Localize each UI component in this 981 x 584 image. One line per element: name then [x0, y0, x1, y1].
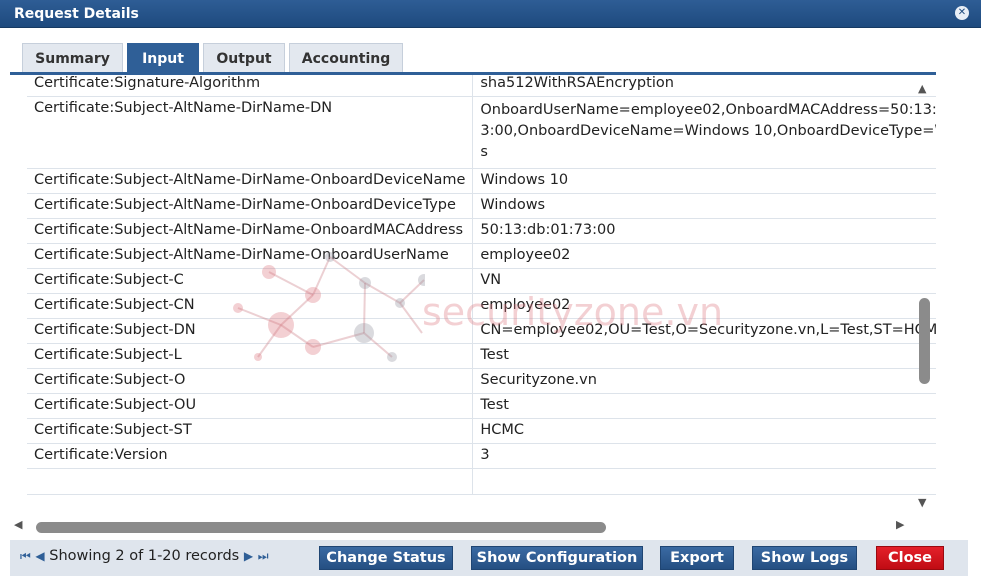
attribute-key: Certificate:Subject-AltName-DirName-Onbo…: [27, 243, 474, 269]
table-row: Certificate:Subject-AltName-DirName-Onbo…: [27, 243, 936, 269]
attribute-value: employee02: [472, 243, 936, 269]
attribute-key: Certificate:Subject-C: [27, 268, 474, 294]
attribute-value: employee02: [472, 293, 936, 319]
attribute-value: Test: [472, 393, 936, 419]
tab-accounting[interactable]: Accounting: [289, 43, 403, 73]
vertical-scrollbar[interactable]: ▲ ▼: [913, 78, 935, 510]
table-row: Certificate:Subject-OU Test: [27, 393, 936, 419]
attribute-key: Certificate:Subject-AltName-DirName-DN: [27, 96, 474, 169]
attribute-value: 3: [472, 443, 936, 469]
export-button[interactable]: Export: [660, 546, 734, 570]
attribute-value: Windows 10: [472, 168, 936, 194]
close-button[interactable]: Close: [876, 546, 944, 570]
attribute-value: Securityzone.vn: [472, 368, 936, 394]
table-row: Certificate:Subject-DN CN=employee02,OU=…: [27, 318, 936, 344]
change-status-button[interactable]: Change Status: [319, 546, 453, 570]
tab-output[interactable]: Output: [203, 43, 285, 73]
attribute-key: Certificate:Subject-CN: [27, 293, 474, 319]
pager-text: Showing 2 of 1-20 records: [49, 548, 240, 564]
attribute-value: Test: [472, 343, 936, 369]
scroll-down-icon[interactable]: ▼: [918, 496, 926, 509]
attribute-key: [27, 468, 474, 495]
prev-page-icon[interactable]: ◀: [35, 549, 44, 563]
window-close-icon[interactable]: ✕: [955, 6, 969, 20]
attribute-value: CN=employee02,OU=Test,O=Securityzone.vn,…: [472, 318, 936, 344]
table-row: Certificate:Subject-AltName-DirName-Onbo…: [27, 168, 936, 194]
attribute-key: Certificate:Subject-O: [27, 368, 474, 394]
attribute-key: Certificate:Subject-OU: [27, 393, 474, 419]
table-row: Certificate:Version 3: [27, 443, 936, 469]
vertical-scroll-thumb[interactable]: [919, 298, 930, 384]
attribute-key: Certificate:Version: [27, 443, 474, 469]
attribute-key: Certificate:Subject-AltName-DirName-Onbo…: [27, 193, 474, 219]
attribute-key: Certificate:Subject-AltName-DirName-Onbo…: [27, 168, 474, 194]
table-row: Certificate:Subject-AltName-DirName-Onbo…: [27, 218, 936, 244]
table-row: Certificate:Signature-Algorithm sha512Wi…: [27, 75, 936, 97]
attribute-value: Windows: [472, 193, 936, 219]
attribute-value: HCMC: [472, 418, 936, 444]
horizontal-scroll-thumb[interactable]: [36, 522, 606, 533]
tab-input[interactable]: Input: [127, 43, 199, 73]
scroll-left-icon[interactable]: ◀: [14, 518, 22, 531]
window-title: Request Details: [14, 6, 139, 22]
attributes-table: Certificate:Signature-Algorithm sha512Wi…: [27, 75, 936, 495]
attribute-key: Certificate:Signature-Algorithm: [27, 75, 474, 97]
attribute-value: sha512WithRSAEncryption: [472, 75, 936, 97]
horizontal-scrollbar[interactable]: ◀ ▶: [10, 516, 915, 538]
table-row: Certificate:Subject-ST HCMC: [27, 418, 936, 444]
first-page-icon[interactable]: ⏮: [20, 549, 31, 563]
window-titlebar: Request Details ✕: [0, 0, 981, 28]
attribute-value: OnboardUserName=employee02,OnboardMACAdd…: [472, 96, 936, 169]
tab-summary[interactable]: Summary: [22, 43, 123, 73]
table-row: Certificate:Subject-AltName-DirName-Onbo…: [27, 193, 936, 219]
attribute-key: Certificate:Subject-ST: [27, 418, 474, 444]
table-row: Certificate:Subject-CN employee02: [27, 293, 936, 319]
table-row: Certificate:Subject-O Securityzone.vn: [27, 368, 936, 394]
attribute-key: Certificate:Subject-L: [27, 343, 474, 369]
last-page-icon[interactable]: ⏭: [258, 549, 269, 563]
attributes-grid: Certificate:Signature-Algorithm sha512Wi…: [10, 75, 936, 515]
show-configuration-button[interactable]: Show Configuration: [471, 546, 643, 570]
attribute-key: Certificate:Subject-DN: [27, 318, 474, 344]
next-page-icon[interactable]: ▶: [244, 549, 253, 563]
table-row: Certificate:Subject-C VN: [27, 268, 936, 294]
attribute-value: VN: [472, 268, 936, 294]
scroll-right-icon[interactable]: ▶: [896, 518, 904, 531]
pager: ⏮ ◀ Showing 2 of 1-20 records ▶ ⏭: [20, 548, 269, 564]
table-row: [27, 468, 936, 495]
attribute-value: [472, 468, 936, 495]
table-row: Certificate:Subject-AltName-DirName-DN O…: [27, 96, 936, 169]
table-row: Certificate:Subject-L Test: [27, 343, 936, 369]
show-logs-button[interactable]: Show Logs: [752, 546, 857, 570]
attribute-value: 50:13:db:01:73:00: [472, 218, 936, 244]
attribute-key: Certificate:Subject-AltName-DirName-Onbo…: [27, 218, 474, 244]
scroll-up-icon[interactable]: ▲: [918, 82, 926, 95]
dialog-footer: ⏮ ◀ Showing 2 of 1-20 records ▶ ⏭ Change…: [10, 540, 968, 576]
